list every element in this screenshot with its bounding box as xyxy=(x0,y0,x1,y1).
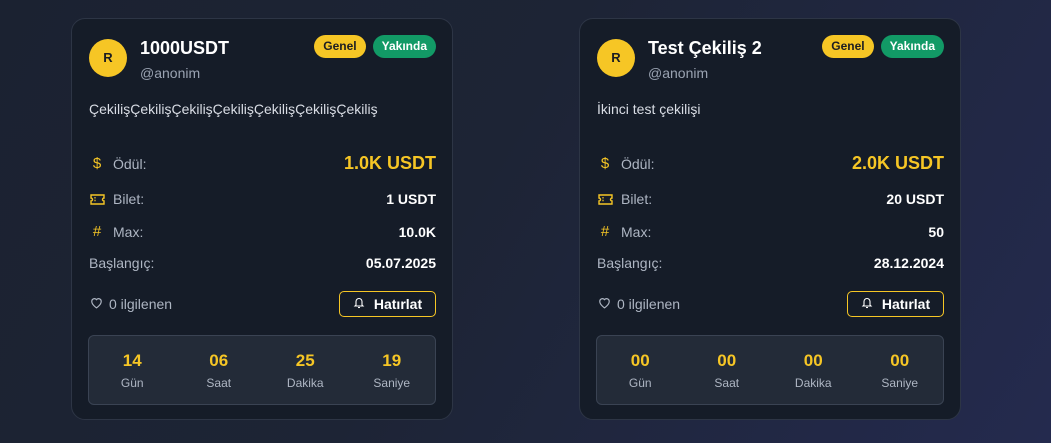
timer-value: 06 xyxy=(209,350,229,370)
timer-seconds: 00 Saniye xyxy=(865,351,935,390)
max-label: Max: xyxy=(113,223,144,240)
timer-minutes: 00 Dakika xyxy=(778,351,848,390)
start-label: Başlangıç: xyxy=(89,255,155,271)
prize-value: 2.0K USDT xyxy=(851,153,944,173)
timer-label: Saniye xyxy=(881,375,919,390)
interest-toggle[interactable]: 0 ilgilenen xyxy=(89,296,172,312)
bell-icon xyxy=(353,296,365,312)
badge-group: Genel Yakında xyxy=(314,35,436,58)
prize-row: $ Ödül: 2.0K USDT xyxy=(597,153,944,174)
dollar-icon: $ xyxy=(92,155,102,172)
dollar-icon: $ xyxy=(600,155,610,172)
timer-hours: 00 Saat xyxy=(692,351,762,390)
avatar: R xyxy=(89,39,127,77)
max-value: 50 xyxy=(928,223,944,240)
raffle-card[interactable]: R 1000USDT @anonim Genel Yakında Çekiliş… xyxy=(71,18,453,420)
timer-value: 14 xyxy=(122,350,142,370)
avatar: R xyxy=(597,39,635,77)
status-badge: Yakında xyxy=(880,35,944,58)
timer-value: 00 xyxy=(803,350,823,370)
ticket-row: Bilet: 1 USDT xyxy=(89,191,436,207)
timer-value: 25 xyxy=(295,350,315,370)
timer-label: Dakika xyxy=(794,375,832,390)
timer-value: 19 xyxy=(382,350,402,370)
ticket-row: Bilet: 20 USDT xyxy=(597,191,944,207)
max-label: Max: xyxy=(621,223,652,240)
timer-label: Gün xyxy=(120,375,144,390)
start-row: Başlangıç: 28.12.2024 xyxy=(597,255,944,271)
countdown-timer: 14 Gün 06 Saat 25 Dakika 19 Saniye xyxy=(88,335,436,405)
prize-label: Ödül: xyxy=(621,155,655,172)
raffle-card[interactable]: R Test Çekiliş 2 @anonim Genel Yakında İ… xyxy=(579,18,961,420)
timer-value: 00 xyxy=(717,350,737,370)
badge-group: Genel Yakında xyxy=(822,35,944,58)
hash-icon: # xyxy=(92,223,102,240)
max-value: 10.0K xyxy=(398,223,436,240)
heart-icon[interactable] xyxy=(89,296,104,312)
countdown-timer: 00 Gün 00 Saat 00 Dakika 00 Saniye xyxy=(596,335,944,405)
timer-days: 14 Gün xyxy=(97,351,167,390)
category-badge: Genel xyxy=(822,35,874,58)
remind-label: Hatırlat xyxy=(373,296,423,312)
timer-label: Saniye xyxy=(373,375,411,390)
timer-label: Saat xyxy=(714,375,740,390)
remind-button[interactable]: Hatırlat xyxy=(339,291,436,317)
ticket-icon xyxy=(597,193,613,205)
prize-row: $ Ödül: 1.0K USDT xyxy=(89,153,436,174)
raffle-description: İkinci test çekilişi xyxy=(597,101,701,117)
start-value: 05.07.2025 xyxy=(365,255,436,271)
hash-icon: # xyxy=(600,223,610,240)
timer-minutes: 25 Dakika xyxy=(270,351,340,390)
status-badge: Yakında xyxy=(372,35,436,58)
raffle-title[interactable]: 1000USDT xyxy=(140,38,229,59)
start-value: 28.12.2024 xyxy=(873,255,944,271)
max-row: # Max: 50 xyxy=(597,223,944,240)
timer-label: Saat xyxy=(206,375,232,390)
heart-icon[interactable] xyxy=(597,296,612,312)
timer-hours: 06 Saat xyxy=(184,351,254,390)
timer-label: Gün xyxy=(628,375,652,390)
category-badge: Genel xyxy=(314,35,366,58)
timer-value: 00 xyxy=(630,350,650,370)
prize-value: 1.0K USDT xyxy=(343,153,436,173)
interest-count: 0 ilgilenen xyxy=(109,296,173,312)
interest-toggle[interactable]: 0 ilgilenen xyxy=(597,296,680,312)
timer-value: 00 xyxy=(890,350,910,370)
timer-seconds: 19 Saniye xyxy=(357,351,427,390)
ticket-value: 1 USDT xyxy=(386,191,436,207)
bell-icon xyxy=(861,296,873,312)
interest-count: 0 ilgilenen xyxy=(617,296,681,312)
start-row: Başlangıç: 05.07.2025 xyxy=(89,255,436,271)
timer-days: 00 Gün xyxy=(605,351,675,390)
ticket-icon xyxy=(89,193,105,205)
ticket-value: 20 USDT xyxy=(886,191,944,207)
ticket-label: Bilet: xyxy=(621,191,653,207)
prize-label: Ödül: xyxy=(113,155,147,172)
raffle-description: ÇekilişÇekilişÇekilişÇekilişÇekilişÇekil… xyxy=(89,101,378,117)
ticket-label: Bilet: xyxy=(113,191,145,207)
start-label: Başlangıç: xyxy=(597,255,663,271)
max-row: # Max: 10.0K xyxy=(89,223,436,240)
remind-label: Hatırlat xyxy=(881,296,931,312)
creator-handle[interactable]: @anonim xyxy=(140,65,200,81)
creator-handle[interactable]: @anonim xyxy=(648,65,708,81)
timer-label: Dakika xyxy=(286,375,324,390)
remind-button[interactable]: Hatırlat xyxy=(847,291,944,317)
raffle-title[interactable]: Test Çekiliş 2 xyxy=(648,38,762,59)
